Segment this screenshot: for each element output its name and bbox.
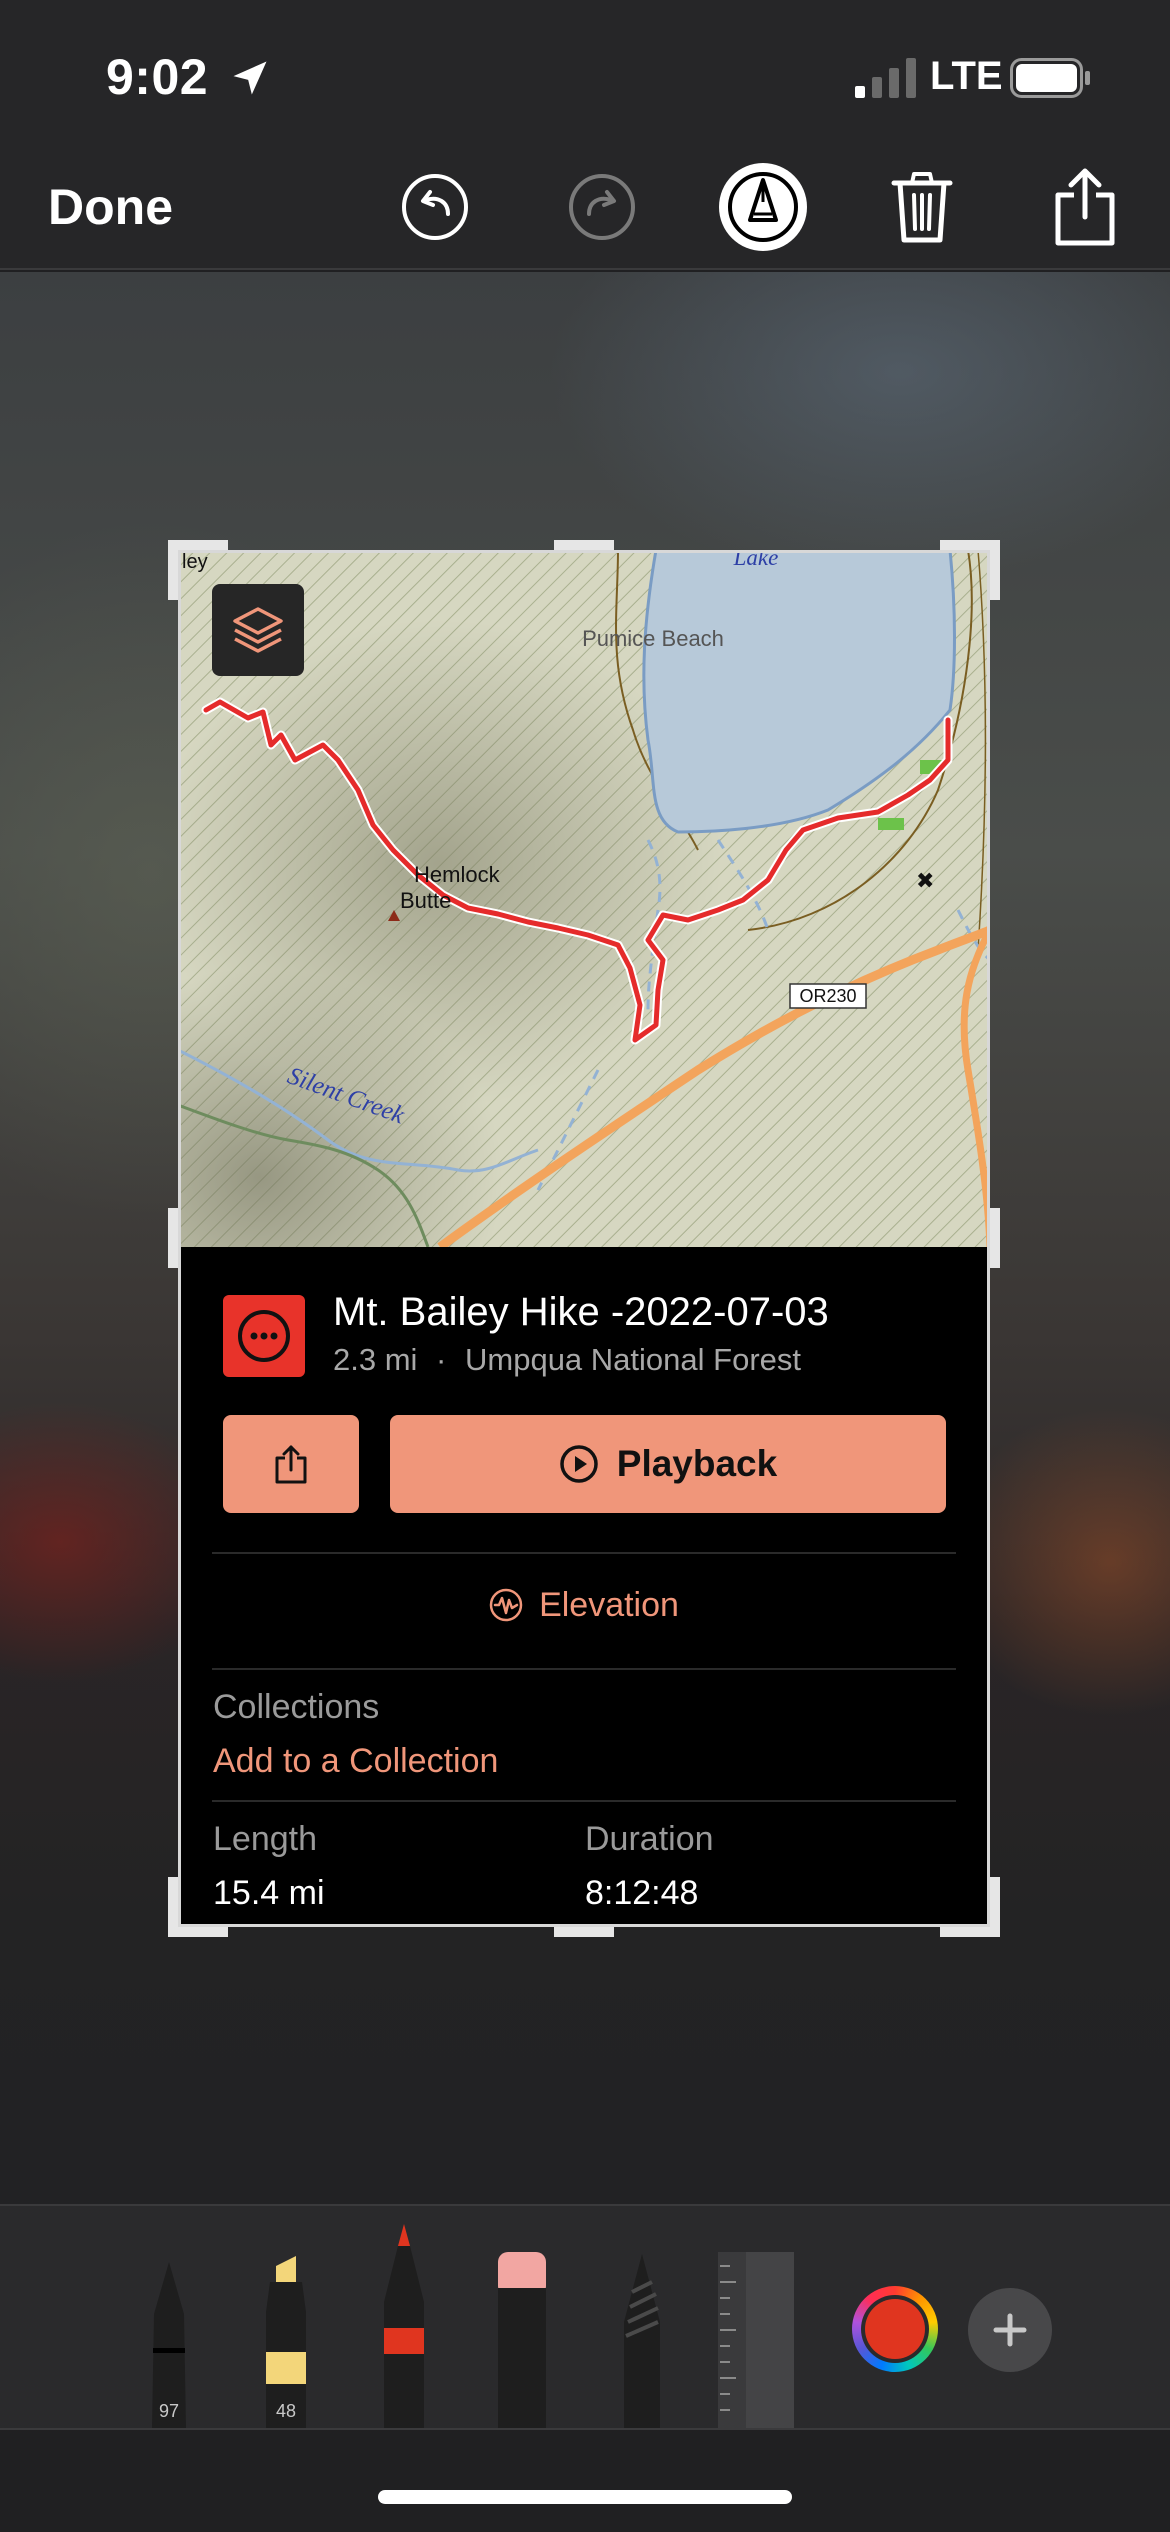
markup-screen: 9:02 LTE Done OR230 ✖ Lake Pumice Beach … bbox=[0, 0, 1170, 2532]
road-label: OR230 bbox=[799, 986, 856, 1006]
divider bbox=[212, 1668, 956, 1670]
plus-icon bbox=[993, 2313, 1027, 2347]
markup-toolbar: Done bbox=[0, 150, 1170, 270]
track-subtitle: 2.3 mi · Umpqua National Forest bbox=[333, 1342, 801, 1378]
crop-handle-top-left-vertical[interactable] bbox=[168, 540, 178, 600]
share-icon bbox=[275, 1445, 307, 1484]
crop-handle-top-right-vertical[interactable] bbox=[990, 540, 1000, 600]
pencil-tool[interactable] bbox=[374, 2222, 434, 2428]
marker-tool[interactable]: 48 bbox=[256, 2252, 316, 2428]
lasso-icon bbox=[624, 2254, 660, 2428]
track-title: Mt. Bailey Hike -2022-07-03 bbox=[333, 1290, 829, 1334]
pumice-beach-label: Pumice Beach bbox=[582, 626, 724, 651]
track-separator: · bbox=[436, 1342, 447, 1377]
pencil-icon bbox=[384, 2224, 424, 2428]
ruler-tool[interactable] bbox=[716, 2252, 796, 2428]
eraser-tool[interactable] bbox=[494, 2252, 550, 2428]
length-value: 15.4 mi bbox=[213, 1874, 325, 1912]
network-type: LTE bbox=[930, 54, 1003, 98]
done-button[interactable]: Done bbox=[48, 178, 173, 236]
share-icon[interactable] bbox=[1040, 162, 1130, 252]
status-bar: 9:02 LTE bbox=[0, 0, 1170, 150]
collections-label: Collections bbox=[213, 1688, 380, 1726]
cellular-signal-icon bbox=[855, 58, 916, 98]
crop-handle-left[interactable] bbox=[168, 1208, 178, 1268]
crop-handle-top[interactable] bbox=[554, 540, 614, 550]
divider bbox=[212, 1800, 956, 1802]
playback-button[interactable]: Playback bbox=[390, 1415, 946, 1513]
lake-label: Lake bbox=[733, 550, 779, 570]
markup-pen-icon[interactable] bbox=[718, 162, 808, 252]
battery-icon bbox=[1010, 58, 1090, 98]
ruler-icon bbox=[718, 2252, 794, 2428]
elevation-label: Elevation bbox=[539, 1585, 679, 1624]
track-distance: 2.3 mi bbox=[333, 1342, 418, 1377]
color-picker-ring bbox=[861, 2295, 929, 2363]
track-location: Umpqua National Forest bbox=[465, 1342, 801, 1377]
track-share-button[interactable] bbox=[223, 1415, 359, 1513]
map-layers-button[interactable] bbox=[212, 584, 304, 676]
track-options-button[interactable] bbox=[223, 1295, 305, 1377]
duration-label: Duration bbox=[585, 1820, 714, 1858]
crop-handle-bottom-left-vertical[interactable] bbox=[168, 1877, 178, 1937]
marker-width-label: 48 bbox=[275, 2401, 297, 2421]
layers-icon bbox=[233, 607, 283, 653]
undo-icon[interactable] bbox=[390, 162, 480, 252]
screenshot-document[interactable]: OR230 ✖ Lake Pumice Beach Hemlock Butte S… bbox=[178, 550, 990, 1927]
elevation-button[interactable]: Elevation bbox=[178, 1550, 990, 1660]
home-indicator[interactable] bbox=[378, 2490, 792, 2504]
track-header: Mt. Bailey Hike -2022-07-03 2.3 mi · Ump… bbox=[223, 1290, 963, 1380]
crop-handle-bottom-right-vertical[interactable] bbox=[990, 1877, 1000, 1937]
lasso-tool[interactable] bbox=[612, 2252, 672, 2428]
status-time: 9:02 bbox=[106, 49, 209, 105]
trash-icon[interactable] bbox=[877, 162, 967, 252]
add-tool-button[interactable] bbox=[968, 2288, 1052, 2372]
redo-icon[interactable] bbox=[557, 162, 647, 252]
home-area bbox=[0, 2432, 1170, 2532]
current-color-swatch bbox=[865, 2299, 925, 2359]
map-edge-label: ley bbox=[182, 551, 208, 573]
length-label: Length bbox=[213, 1820, 317, 1858]
duration-value: 8:12:48 bbox=[585, 1874, 699, 1912]
elevation-waveform-icon bbox=[489, 1588, 523, 1622]
eraser-icon bbox=[498, 2252, 546, 2428]
tool-palette: 97 48 bbox=[0, 2204, 1170, 2430]
playback-label: Playback bbox=[616, 1443, 778, 1484]
svg-text:✖: ✖ bbox=[916, 868, 934, 893]
pen-tool[interactable]: 97 bbox=[140, 2258, 198, 2428]
color-picker-button[interactable] bbox=[852, 2286, 938, 2372]
pen-width-label: 97 bbox=[158, 2401, 180, 2421]
location-arrow-icon bbox=[233, 61, 267, 95]
more-options-icon bbox=[238, 1310, 290, 1362]
crop-handle-right[interactable] bbox=[990, 1208, 1000, 1268]
add-to-collection-link[interactable]: Add to a Collection bbox=[213, 1742, 498, 1781]
crop-handle-bottom[interactable] bbox=[554, 1927, 614, 1937]
play-circle-icon bbox=[560, 1445, 598, 1483]
